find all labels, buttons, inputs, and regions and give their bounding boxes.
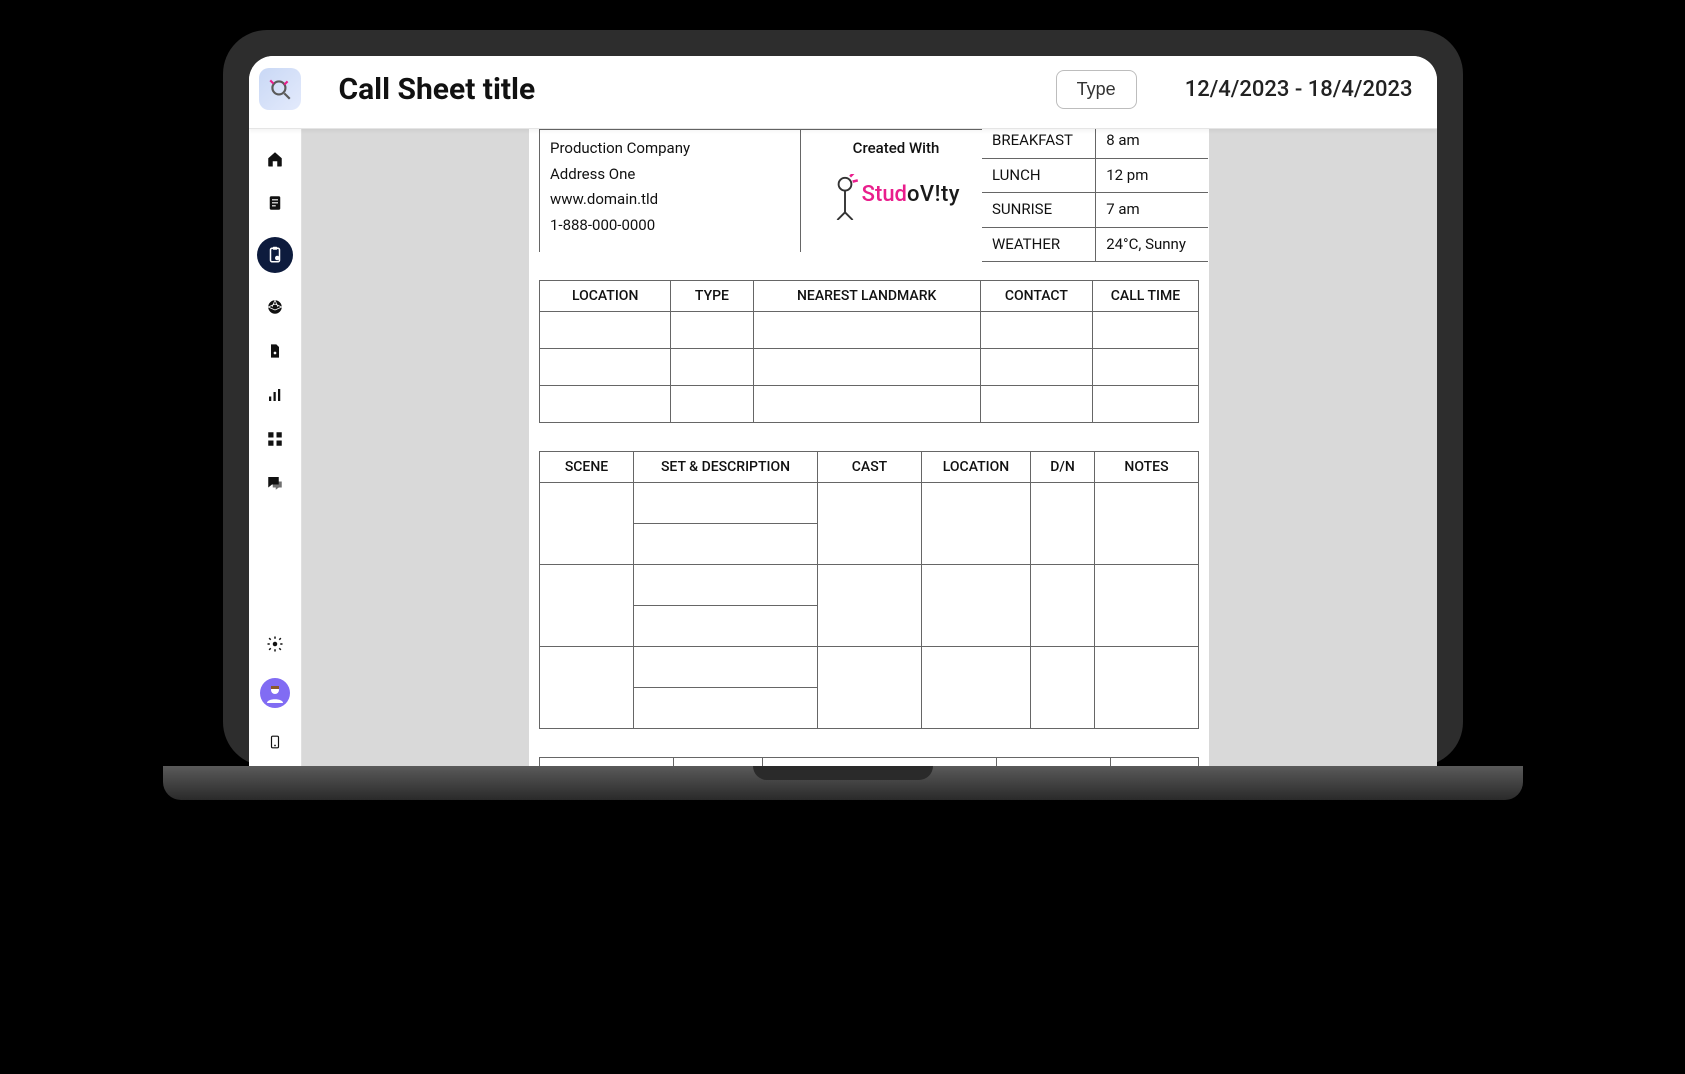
company-phone: 1-888-000-0000 [550,213,790,239]
created-with-label: Created With [811,136,981,162]
clipboard-icon[interactable] [257,237,293,273]
file-icon[interactable] [265,341,285,361]
table-row: WEATHER24°C, Sunny [982,227,1208,262]
type-button[interactable]: Type [1056,70,1137,109]
document-icon[interactable] [265,193,285,213]
table-row [540,386,1199,423]
gear-icon[interactable] [265,634,285,654]
call-sheet-page: Production Company Address One www.domai… [529,129,1209,766]
table-row [540,312,1199,349]
chat-icon[interactable] [265,473,285,493]
table-row: BREAKFAST8 am [982,129,1208,158]
scene-table: SCENE SET & DESCRIPTION CAST LOCATION D/… [539,451,1199,729]
created-with-block: Created With [801,130,992,252]
table-row: LUNCH12 pm [982,158,1208,193]
bars-icon[interactable] [265,385,285,405]
company-website: www.domain.tld [550,187,790,213]
aperture-icon[interactable] [265,297,285,317]
app-logo-icon [259,68,301,110]
table-row: SUNRISE7 am [982,193,1208,228]
table-row [540,349,1199,386]
company-block: Production Company Address One www.domai… [540,130,801,252]
company-name: Production Company [550,136,790,162]
document-canvas: Production Company Address One www.domai… [302,129,1437,766]
avatar[interactable] [260,678,290,708]
table-row [540,565,1199,606]
info-table: BREAKFAST8 am LUNCH12 pm SUNRISE7 am WEA… [982,129,1208,262]
top-bar: Call Sheet title Type 12/4/2023 - 18/4/2… [249,56,1437,129]
location-table: LOCATION TYPE NEAREST LANDMARK CONTACT C… [539,280,1199,423]
grid-icon[interactable] [265,429,285,449]
page-title: Call Sheet title [339,72,1038,107]
mobile-icon[interactable] [265,732,285,752]
table-row [540,483,1199,524]
table-row [540,647,1199,688]
cast-table: CHARACTER CAST NOTES CONTACT CALL TIME [539,757,1199,766]
date-range: 12/4/2023 - 18/4/2023 [1185,77,1413,102]
sidebar [249,129,302,766]
home-icon[interactable] [265,149,285,169]
company-address: Address One [550,162,790,188]
studiovity-logo: StudoV!ty [862,181,960,206]
